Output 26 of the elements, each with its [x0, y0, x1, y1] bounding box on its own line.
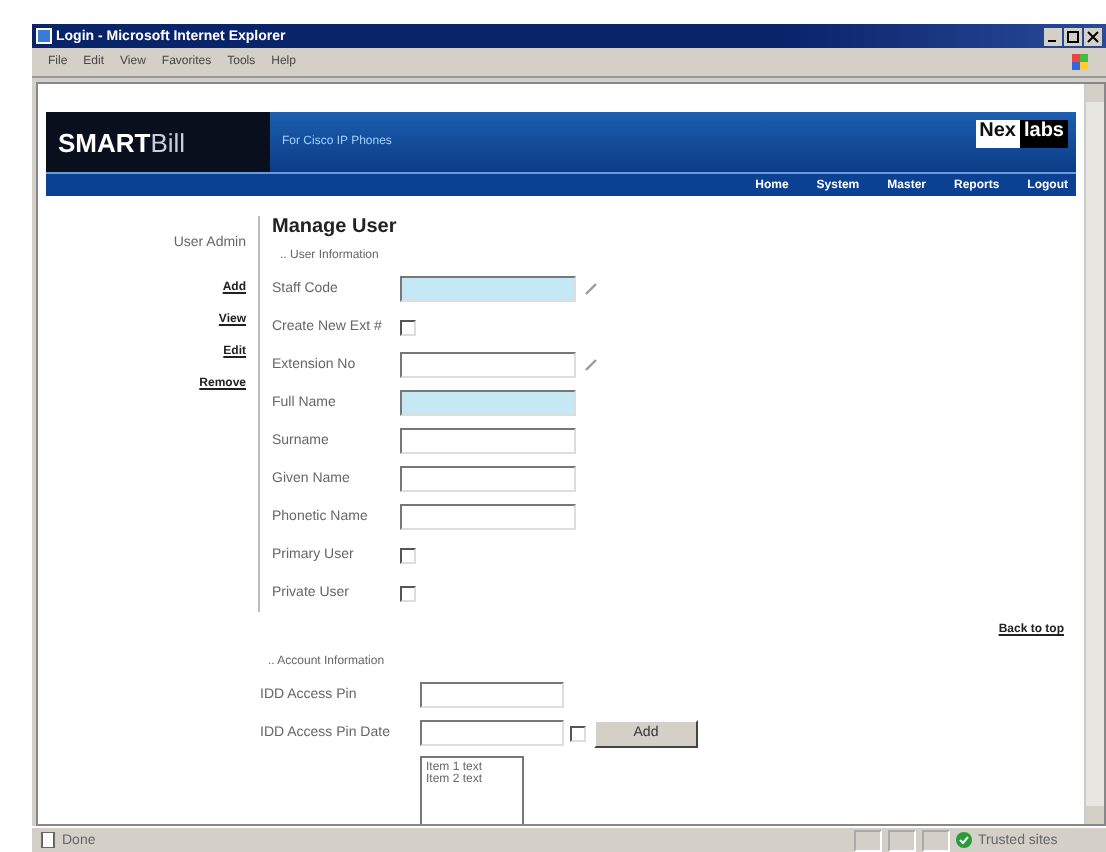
logo: SMARTBill: [46, 112, 270, 172]
checkbox[interactable]: [400, 319, 416, 335]
page-title: Manage User: [272, 216, 399, 238]
page-icon: [40, 832, 56, 848]
check-circle-icon: [956, 832, 972, 848]
text-field[interactable]: [400, 352, 576, 378]
window-controls-icon[interactable]: [1044, 27, 1102, 45]
checkbox[interactable]: [570, 725, 586, 741]
windows-flag-icon: [1070, 52, 1090, 72]
text-field[interactable]: [400, 428, 576, 454]
text-field[interactable]: [400, 276, 576, 302]
text-field[interactable]: [400, 390, 576, 416]
status-pane: [888, 829, 916, 851]
text-field[interactable]: [400, 504, 576, 530]
text-field[interactable]: [420, 682, 564, 708]
pencil-icon[interactable]: [584, 282, 598, 296]
checkbox[interactable]: [400, 585, 416, 601]
scrollbar[interactable]: [1084, 84, 1104, 824]
status-pane: [854, 829, 882, 851]
pencil-icon[interactable]: [584, 358, 598, 372]
text-field[interactable]: [400, 466, 576, 492]
brand-logo: Nex labs: [975, 120, 1068, 148]
checkbox[interactable]: [400, 547, 416, 563]
browser-icon: [36, 28, 52, 44]
text-field[interactable]: [420, 720, 564, 746]
status-pane: [922, 829, 950, 851]
